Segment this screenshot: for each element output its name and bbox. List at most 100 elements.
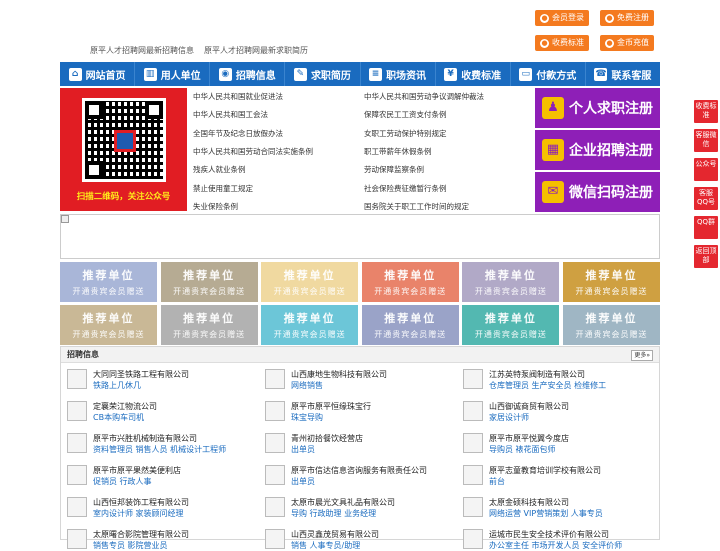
company-positions[interactable]: 网络运营 VIP营销策划 人事专员 <box>489 508 603 519</box>
company-name[interactable]: 江苏英特泵阀制造有限公司 <box>489 369 585 380</box>
recommended-tile[interactable]: 推荐单位 开通贵宾会员赠送 <box>261 305 359 345</box>
recommended-tile[interactable]: 推荐单位 开通贵宾会员赠送 <box>160 262 258 302</box>
company-name[interactable]: 原平志童教育培训学校有限公司 <box>489 465 601 476</box>
law-link[interactable]: 国务院关于职工工作时间的规定 <box>364 201 469 212</box>
company-name[interactable]: 山西康地生物科技有限公司 <box>291 369 387 380</box>
nav-item-3[interactable]: ◉ 招聘信息 <box>210 62 286 86</box>
sidebar-item-1[interactable]: 收费标准 <box>694 100 718 123</box>
company-logo[interactable] <box>463 497 483 517</box>
company-positions[interactable]: 网络销售 <box>291 380 323 391</box>
top-link[interactable]: 原平人才招聘网最新求职简历 <box>204 45 308 56</box>
company-logo[interactable] <box>265 369 285 389</box>
company-logo[interactable] <box>67 529 87 549</box>
law-link[interactable]: 劳动保障监察条例 <box>364 164 424 175</box>
law-link[interactable]: 失业保险条例 <box>193 201 238 212</box>
law-link[interactable]: 全国年节及纪念日放假办法 <box>193 128 283 139</box>
law-link[interactable]: 中华人民共和国劳动合同法实施条例 <box>193 146 313 157</box>
company-name[interactable]: 太原市晨光文具礼品有限公司 <box>291 497 395 508</box>
register-button-3[interactable]: ✉ 微信扫码注册 <box>535 172 660 212</box>
nav-item-4[interactable]: ✎ 求职简历 <box>285 62 361 86</box>
company-name[interactable]: 定襄荣江物流公司 <box>93 401 157 412</box>
company-logo[interactable] <box>67 465 87 485</box>
nav-item-1[interactable]: ⌂ 网站首页 <box>60 62 136 86</box>
recommended-tile[interactable]: 推荐单位 开通贵宾会员赠送 <box>160 305 258 345</box>
company-positions[interactable]: 出单员 <box>291 476 315 487</box>
register-button-2[interactable]: ▦ 企业招聘注册 <box>535 130 660 170</box>
company-name[interactable]: 原平市信达信息咨询服务有限责任公司 <box>291 465 427 476</box>
top-link[interactable]: 原平人才招聘网最新招聘信息 <box>90 45 194 56</box>
company-logo[interactable] <box>463 401 483 421</box>
banner-image[interactable] <box>60 214 660 259</box>
company-name[interactable]: 山西恒邦装饰工程有限公司 <box>93 497 189 508</box>
law-link[interactable]: 保障农民工工资支付条例 <box>364 109 447 120</box>
company-positions[interactable]: CB本购车司机 <box>93 412 144 423</box>
company-logo[interactable] <box>463 529 483 549</box>
company-name[interactable]: 原平市原平恒缘珠宝行 <box>291 401 371 412</box>
sidebar-item-5[interactable]: QQ群 <box>694 216 718 239</box>
company-name[interactable]: 太原曙合影院管理有限公司 <box>93 529 189 540</box>
company-logo[interactable] <box>265 497 285 517</box>
recommended-tile[interactable]: 推荐单位 开通贵宾会员赠送 <box>361 262 459 302</box>
company-logo[interactable] <box>265 433 285 453</box>
company-positions[interactable]: 销售 人事专员/助理 <box>291 540 360 551</box>
company-name[interactable]: 太原金硕科技有限公司 <box>489 497 569 508</box>
company-positions[interactable]: 家居设计师 <box>489 412 529 423</box>
law-link[interactable]: 中华人民共和国就业促进法 <box>193 91 283 102</box>
company-positions[interactable]: 导购 行政助理 业务经理 <box>291 508 376 519</box>
nav-item-5[interactable]: ≡ 职场资讯 <box>361 62 436 86</box>
top-button-2[interactable]: ● 免费注册 <box>600 10 654 26</box>
top-button-1[interactable]: ● 会员登录 <box>535 10 589 26</box>
company-positions[interactable]: 前台 <box>489 476 505 487</box>
nav-item-2[interactable]: ▥ 用人单位 <box>135 62 211 86</box>
company-positions[interactable]: 室内设计师 家装顾问经理 <box>93 508 184 519</box>
company-positions[interactable]: 铁路上几休几 <box>93 380 141 391</box>
law-link[interactable]: 职工带薪年休假条例 <box>364 146 432 157</box>
sidebar-item-2[interactable]: 客服微信 <box>694 129 718 152</box>
company-positions[interactable]: 仓库管理员 生产安全员 检维修工 <box>489 380 606 391</box>
company-logo[interactable] <box>265 465 285 485</box>
sidebar-item-6[interactable]: 返回顶部 <box>694 245 718 268</box>
nav-item-6[interactable]: ¥ 收费标准 <box>436 62 511 86</box>
company-positions[interactable]: 办公室主任 市场开发人员 安全评价师 <box>489 540 622 551</box>
company-logo[interactable] <box>265 529 285 549</box>
company-logo[interactable] <box>67 369 87 389</box>
nav-item-8[interactable]: ☎ 联系客服 <box>586 62 660 86</box>
company-positions[interactable]: 导购员 裱花面包师 <box>489 444 556 455</box>
recommended-tile[interactable]: 推荐单位 开通贵宾会员赠送 <box>261 262 359 302</box>
company-positions[interactable]: 出单员 <box>291 444 315 455</box>
nav-item-7[interactable]: ▭ 付款方式 <box>511 62 586 86</box>
law-link[interactable]: 女职工劳动保护特别规定 <box>364 128 447 139</box>
law-link[interactable]: 中华人民共和国工会法 <box>193 109 268 120</box>
company-name[interactable]: 大同同圣铁路工程有限公司 <box>93 369 189 380</box>
recommended-tile[interactable]: 推荐单位 开通贵宾会员赠送 <box>563 262 660 302</box>
recommended-tile[interactable]: 推荐单位 开通贵宾会员赠送 <box>60 262 157 302</box>
company-logo[interactable] <box>67 433 87 453</box>
company-logo[interactable] <box>463 465 483 485</box>
company-name[interactable]: 山西灵鑫茂贸易有限公司 <box>291 529 379 540</box>
company-logo[interactable] <box>67 497 87 517</box>
recommended-tile[interactable]: 推荐单位 开通贵宾会员赠送 <box>361 305 459 345</box>
law-link[interactable]: 残疾人就业条例 <box>193 164 246 175</box>
law-link[interactable]: 禁止使用童工规定 <box>193 183 253 194</box>
company-positions[interactable]: 资料管理员 销售人员 机械设计工程师 <box>93 444 226 455</box>
company-name[interactable]: 山西御诚商贸有限公司 <box>489 401 569 412</box>
company-name[interactable]: 运城市民生安全技术评价有限公司 <box>489 529 609 540</box>
sidebar-item-3[interactable]: 公众号 <box>694 158 718 181</box>
company-positions[interactable]: 销售专员 影院营业员 <box>93 540 168 551</box>
recommended-tile[interactable]: 推荐单位 开通贵宾会员赠送 <box>462 262 560 302</box>
company-logo[interactable] <box>67 401 87 421</box>
recommended-tile[interactable]: 推荐单位 开通贵宾会员赠送 <box>563 305 660 345</box>
law-link[interactable]: 社会保险费征缴暂行条例 <box>364 183 447 194</box>
more-link[interactable]: 更多» <box>631 350 653 361</box>
company-logo[interactable] <box>463 369 483 389</box>
register-button-1[interactable]: ♟ 个人求职注册 <box>535 88 660 128</box>
top-button-4[interactable]: ● 金币充值 <box>600 35 654 51</box>
recommended-tile[interactable]: 推荐单位 开通贵宾会员赠送 <box>462 305 560 345</box>
company-name[interactable]: 原平市兴胜机械制造有限公司 <box>93 433 197 444</box>
company-positions[interactable]: 珠宝导购 <box>291 412 323 423</box>
company-positions[interactable]: 促销员 行政人事 <box>93 476 152 487</box>
top-button-3[interactable]: ● 收费标准 <box>535 35 589 51</box>
sidebar-item-4[interactable]: 客服QQ号 <box>694 187 718 210</box>
recommended-tile[interactable]: 推荐单位 开通贵宾会员赠送 <box>60 305 157 345</box>
company-name[interactable]: 原平市原平果然美便利店 <box>93 465 181 476</box>
